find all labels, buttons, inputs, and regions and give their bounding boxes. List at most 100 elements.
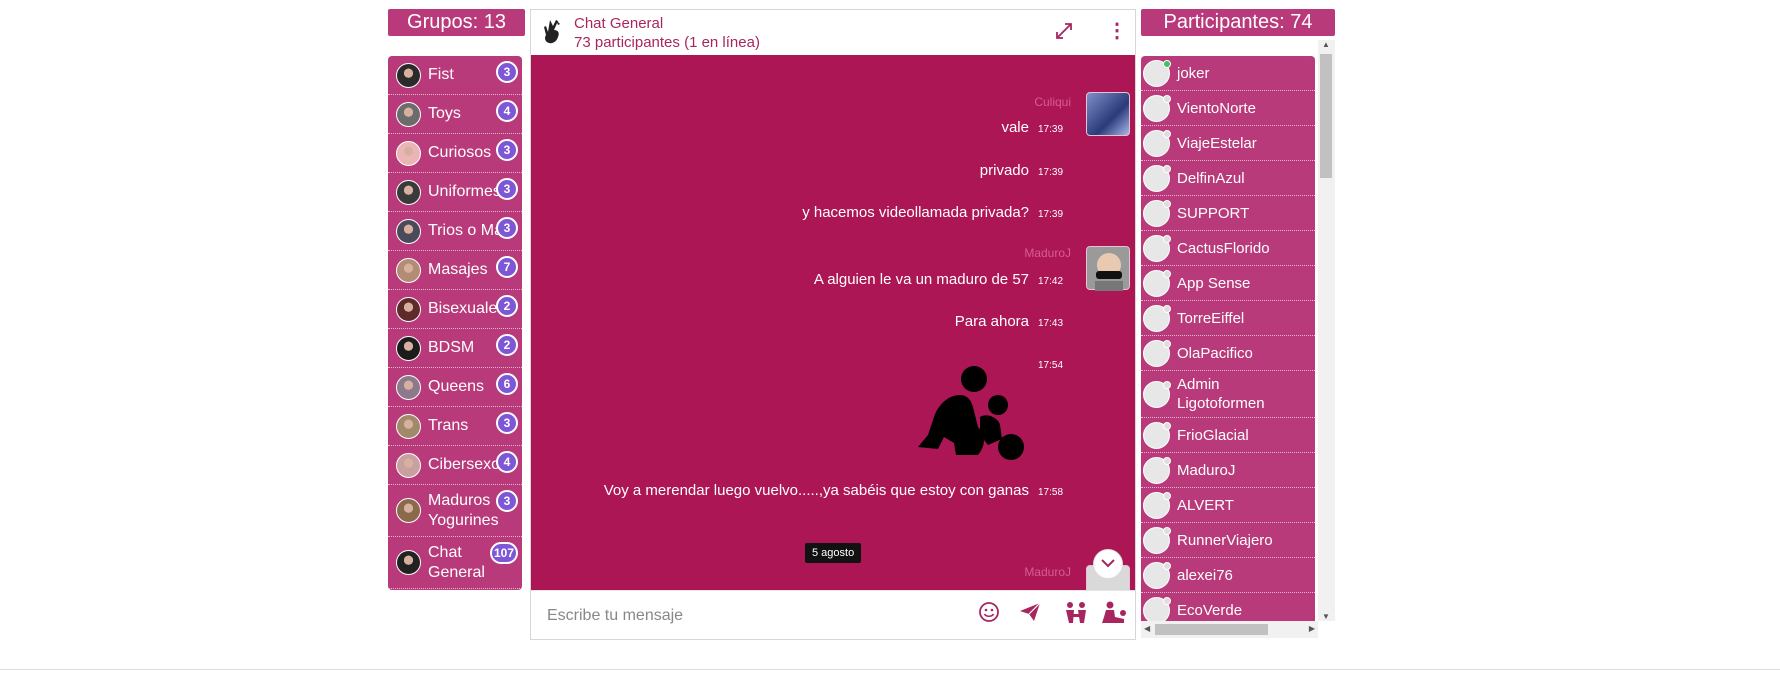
message: y hacemos videollamada privada? 17:39 — [802, 204, 1065, 221]
group-label: Maduros Yogurines — [428, 491, 498, 529]
emoji-icon[interactable] — [975, 601, 1003, 629]
message-time: 17:58 — [1038, 487, 1064, 498]
message: vale 17:39 — [1001, 119, 1065, 136]
scrollbar-thumb[interactable] — [1320, 54, 1332, 178]
message: Para ahora 17:43 — [955, 313, 1065, 330]
group-item[interactable]: Trios o Más3 — [388, 212, 522, 251]
participant-item[interactable]: RunnerViajero — [1141, 523, 1315, 558]
group-avatar — [396, 179, 421, 205]
menu-icon[interactable]: ⋮ — [1107, 21, 1127, 42]
group-item[interactable]: Curiosos 3 — [388, 134, 522, 173]
group-label: Uniformes — [428, 183, 498, 200]
participant-name: alexei76 — [1177, 566, 1233, 584]
participant-item[interactable]: joker — [1141, 56, 1315, 91]
group-item[interactable]: Bisexuales 2 — [388, 290, 522, 329]
group-item[interactable]: Cibersexo 4 — [388, 446, 522, 485]
group-label: Cibersexo — [428, 456, 498, 473]
participant-item[interactable]: ALVERT — [1141, 488, 1315, 523]
participant-item[interactable]: MaduroJ — [1141, 453, 1315, 488]
sender-avatar[interactable] — [1086, 92, 1130, 136]
message-time: 17:39 — [1038, 209, 1064, 220]
offline-status-icon — [1163, 234, 1171, 243]
sticker-picker-icon[interactable] — [1062, 601, 1090, 629]
group-label: Curiosos — [428, 144, 492, 161]
chat-messages[interactable]: Culiqui vale 17:39 privado 17:39 y hacemos… — [531, 55, 1135, 592]
participant-avatar — [1143, 234, 1171, 262]
participant-item[interactable]: EcoVerde — [1141, 593, 1315, 621]
scroll-left-arrow-icon[interactable]: ◀ — [1144, 624, 1150, 633]
chat-title: Chat General — [574, 15, 664, 32]
scroll-down-button[interactable] — [1093, 549, 1123, 579]
group-item[interactable]: Maduros Yogurines 3 — [388, 485, 522, 537]
group-avatar — [396, 101, 421, 127]
participant-avatar — [1143, 199, 1171, 227]
participant-avatar — [1143, 129, 1171, 157]
participant-name: RunnerViajero — [1177, 531, 1273, 549]
group-label: Toys — [428, 105, 461, 122]
group-label: Fist — [428, 66, 454, 83]
group-item[interactable]: Toys 4 — [388, 95, 522, 134]
scrollbar-thumb[interactable] — [1155, 624, 1268, 635]
unread-badge: 4 — [496, 451, 518, 473]
participant-avatar — [1143, 339, 1171, 367]
participant-item[interactable]: VientoNorte — [1141, 91, 1315, 126]
participants-horizontal-scrollbar[interactable]: ◀ ▶ — [1141, 621, 1318, 638]
message-time: 17:54 — [1038, 360, 1064, 371]
scroll-right-arrow-icon[interactable]: ▶ — [1309, 624, 1315, 633]
offline-status-icon — [1163, 596, 1171, 605]
participant-name: MaduroJ — [1177, 461, 1236, 479]
group-item[interactable]: Masajes 7 — [388, 251, 522, 290]
participant-item[interactable]: alexei76 — [1141, 558, 1315, 593]
participant-item[interactable]: OlaPacifico — [1141, 336, 1315, 371]
group-item[interactable]: Queens 6 — [388, 368, 522, 407]
participant-item[interactable]: FrioGlacial — [1141, 418, 1315, 453]
participant-name: FrioGlacial — [1177, 426, 1249, 444]
group-avatar — [396, 452, 421, 478]
participant-name: ALVERT — [1177, 496, 1234, 514]
unread-badge: 3 — [496, 412, 518, 434]
group-avatar — [396, 550, 421, 575]
participant-avatar — [1143, 304, 1171, 332]
group-avatar — [396, 374, 421, 400]
group-item[interactable]: Fist 3 — [388, 56, 522, 95]
sticker-message: 17:54 — [1029, 355, 1065, 372]
participant-item[interactable]: DelfinAzul — [1141, 161, 1315, 196]
participant-avatar — [1143, 94, 1171, 122]
participant-item[interactable]: ViajeEstelar — [1141, 126, 1315, 161]
expand-icon[interactable] — [1055, 22, 1073, 40]
message-time: 17:43 — [1038, 318, 1064, 329]
group-item[interactable]: Trans 3 — [388, 407, 522, 446]
message-sender: MaduroJ — [1024, 246, 1071, 260]
participant-avatar — [1143, 421, 1171, 449]
group-item[interactable]: BDSM 2 — [388, 329, 522, 368]
group-avatar — [396, 296, 421, 322]
unread-badge: 6 — [496, 373, 518, 395]
participants-header: Participantes: 74 — [1141, 9, 1335, 36]
participant-item[interactable]: Admin Ligotoformen — [1141, 371, 1315, 418]
offline-status-icon — [1163, 526, 1171, 535]
participant-name: TorreEiffel — [1177, 309, 1245, 327]
group-item[interactable]: Chat General 107 — [388, 537, 522, 589]
sender-avatar[interactable] — [1086, 246, 1130, 291]
position-icon[interactable] — [1098, 601, 1126, 629]
unread-badge: 3 — [496, 61, 518, 83]
participant-name: joker — [1177, 64, 1210, 82]
participant-avatar — [1143, 380, 1171, 408]
group-avatar — [396, 62, 421, 88]
participant-item[interactable]: TorreEiffel — [1141, 301, 1315, 336]
participants-vertical-scrollbar[interactable]: ▲ ▼ — [1318, 40, 1335, 621]
unread-badge: 3 — [496, 139, 518, 161]
group-label: Trans — [428, 417, 469, 434]
scroll-up-arrow-icon[interactable]: ▲ — [1322, 40, 1330, 49]
send-icon[interactable] — [1016, 601, 1044, 629]
group-item[interactable]: Uniformes 3 — [388, 173, 522, 212]
participant-item[interactable]: SUPPORT — [1141, 196, 1315, 231]
message-input[interactable] — [539, 601, 939, 631]
participant-item[interactable]: App Sense — [1141, 266, 1315, 301]
participant-item[interactable]: CactusFlorido — [1141, 231, 1315, 266]
scroll-down-arrow-icon[interactable]: ▼ — [1322, 612, 1330, 621]
sticker-icon — [908, 365, 1028, 470]
group-label: Masajes — [428, 261, 488, 278]
message-sender: MaduroJ — [1024, 565, 1071, 579]
group-avatar — [396, 413, 421, 439]
